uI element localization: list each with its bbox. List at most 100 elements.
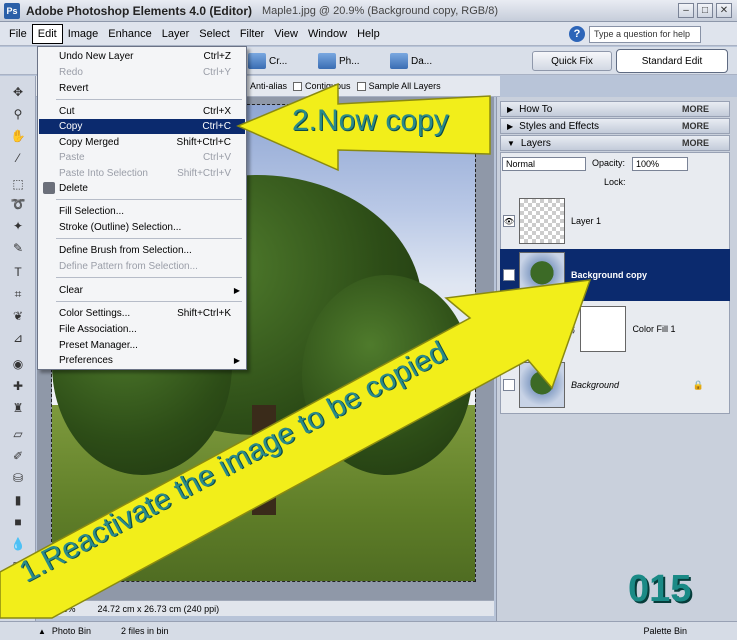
blend-mode-select[interactable]: Normal: [502, 157, 586, 171]
menu-item-define-brush[interactable]: Define Brush from Selection...: [39, 243, 245, 258]
app-title: Adobe Photoshop Elements 4.0 (Editor): [26, 3, 253, 18]
menu-item-label: Clear: [59, 285, 83, 296]
menu-help[interactable]: Help: [352, 25, 385, 43]
visibility-eye-icon[interactable]: [503, 379, 515, 391]
expand-triangle-icon: ▶: [507, 104, 514, 114]
menu-item-delete[interactable]: Delete: [39, 181, 245, 196]
menu-layer[interactable]: Layer: [157, 25, 195, 43]
create-button[interactable]: Cr...: [248, 51, 287, 71]
minimize-icon[interactable]: –: [678, 3, 694, 18]
collapse-triangle-icon: ▼: [507, 138, 515, 148]
menu-edit[interactable]: Edit: [31, 23, 63, 44]
menu-item-preset-manager[interactable]: Preset Manager...: [39, 338, 245, 353]
more-button[interactable]: MORE: [682, 138, 709, 148]
frame-number: 015: [628, 568, 692, 610]
menu-item-copy[interactable]: Copy Ctrl+C: [39, 119, 245, 134]
menu-item-label: Undo New Layer: [59, 51, 134, 62]
standard-edit-button[interactable]: Standard Edit: [616, 49, 728, 73]
menu-enhance[interactable]: Enhance: [103, 25, 156, 43]
hand-tool-icon[interactable]: ✋: [10, 128, 26, 144]
sample-all-layers-checkbox[interactable]: [356, 81, 366, 91]
menu-item-label: Stroke (Outline) Selection...: [59, 222, 182, 233]
menu-item-label: Redo: [59, 67, 83, 78]
selection-brush-tool-icon[interactable]: ✎: [10, 240, 26, 256]
clone-stamp-tool-icon[interactable]: ♜: [10, 400, 26, 416]
visibility-eye-icon[interactable]: 👁: [503, 215, 515, 227]
how-to-palette-header[interactable]: ▶ How To MORE: [500, 101, 730, 117]
layer-row-color-fill[interactable]: 👁 ⛓ Color Fill 1: [500, 303, 730, 355]
menu-separator: [56, 99, 242, 100]
quick-fix-button[interactable]: Quick Fix: [532, 51, 612, 71]
trash-icon: [43, 182, 55, 194]
blur-tool-icon[interactable]: 💧: [10, 536, 26, 552]
paint-bucket-tool-icon[interactable]: ⛁: [10, 470, 26, 486]
menu-item-file-association[interactable]: File Association...: [39, 322, 245, 337]
lasso-tool-icon[interactable]: ➰: [10, 196, 26, 212]
menu-file[interactable]: File: [4, 25, 32, 43]
contiguous-checkbox[interactable]: [293, 81, 303, 91]
crop-tool-icon[interactable]: ⌗: [10, 286, 26, 302]
type-tool-icon[interactable]: T: [10, 264, 26, 280]
date-view-label: Da...: [411, 55, 433, 67]
straighten-tool-icon[interactable]: ⊿: [10, 330, 26, 346]
photo-bin-toggle-icon[interactable]: ▲: [38, 627, 46, 636]
menu-item-label: Paste Into Selection: [59, 168, 148, 179]
files-in-bin: 2 files in bin: [120, 626, 169, 636]
palette-bin-label[interactable]: Palette Bin: [643, 626, 687, 636]
help-icon[interactable]: ?: [569, 26, 585, 42]
menu-item-stroke-selection[interactable]: Stroke (Outline) Selection...: [39, 220, 245, 235]
menu-separator: [56, 199, 242, 200]
menu-item-copy-merged[interactable]: Copy Merged Shift+Ctrl+C: [39, 135, 245, 150]
menu-item-preferences[interactable]: Preferences ▶: [39, 353, 245, 368]
menu-item-color-settings[interactable]: Color Settings... Shift+Ctrl+K: [39, 306, 245, 321]
healing-brush-tool-icon[interactable]: ✚: [10, 378, 26, 394]
close-icon[interactable]: ✕: [716, 3, 732, 18]
layer-row-background[interactable]: Background 🔒: [500, 359, 730, 411]
magic-wand-tool-icon[interactable]: ✦: [10, 218, 26, 234]
more-button[interactable]: MORE: [682, 104, 709, 114]
zoom-level[interactable]: 20.93%: [45, 604, 76, 614]
menu-filter[interactable]: Filter: [235, 25, 269, 43]
submenu-arrow-icon: ▶: [233, 356, 240, 365]
eraser-tool-icon[interactable]: ▱: [10, 426, 26, 442]
layer-name: Layer 1: [571, 216, 602, 226]
move-tool-icon[interactable]: ✥: [10, 84, 26, 100]
zoom-tool-icon[interactable]: ⚲: [10, 106, 26, 122]
marquee-tool-icon[interactable]: ⬚: [10, 176, 26, 192]
menu-item-cut[interactable]: Cut Ctrl+X: [39, 104, 245, 119]
layer-row-layer-1[interactable]: 👁 Layer 1: [500, 195, 730, 247]
brush-tool-icon[interactable]: ✐: [10, 448, 26, 464]
red-eye-tool-icon[interactable]: ◉: [10, 356, 26, 372]
menu-view[interactable]: View: [269, 25, 303, 43]
menu-window[interactable]: Window: [303, 25, 352, 43]
gradient-tool-icon[interactable]: ▮: [10, 492, 26, 508]
maximize-icon[interactable]: □: [697, 3, 713, 18]
shape-tool-icon[interactable]: ■: [10, 514, 26, 530]
create-label: Cr...: [269, 55, 288, 67]
layer-row-background-copy[interactable]: 👁 Background copy: [500, 249, 730, 301]
help-search-input[interactable]: Type a question for help: [589, 26, 701, 43]
menu-item-shortcut: Shift+Ctrl+K: [177, 308, 231, 319]
menu-item-shortcut: Ctrl+Z: [203, 51, 232, 62]
menu-item-shortcut: Ctrl+V: [202, 152, 231, 163]
photo-browser-button[interactable]: Ph...: [318, 51, 360, 71]
menu-item-clear[interactable]: Clear ▶: [39, 283, 245, 298]
menu-item-revert[interactable]: Revert: [39, 81, 245, 96]
opacity-input[interactable]: 100%: [632, 157, 688, 171]
eyedropper-tool-icon[interactable]: ⁄: [10, 150, 26, 166]
date-view-button[interactable]: Da...: [390, 51, 432, 71]
submenu-arrow-icon: ▶: [233, 286, 240, 295]
layers-palette-header[interactable]: ▼ Layers MORE: [500, 135, 730, 151]
menu-item-undo[interactable]: Undo New Layer Ctrl+Z: [39, 49, 245, 64]
menu-select[interactable]: Select: [194, 25, 235, 43]
more-button[interactable]: MORE: [682, 121, 709, 131]
menu-image[interactable]: Image: [63, 25, 104, 43]
cookie-cutter-tool-icon[interactable]: ❦: [10, 308, 26, 324]
menu-item-shortcut: Shift+Ctrl+V: [177, 168, 231, 179]
visibility-eye-icon[interactable]: 👁: [503, 269, 515, 281]
photo-bin-label[interactable]: Photo Bin: [52, 626, 91, 636]
menu-item-redo: Redo Ctrl+Y: [39, 65, 245, 80]
visibility-eye-icon[interactable]: 👁: [503, 323, 515, 335]
menu-item-fill-selection[interactable]: Fill Selection...: [39, 204, 245, 219]
styles-palette-header[interactable]: ▶ Styles and Effects MORE: [500, 118, 730, 134]
